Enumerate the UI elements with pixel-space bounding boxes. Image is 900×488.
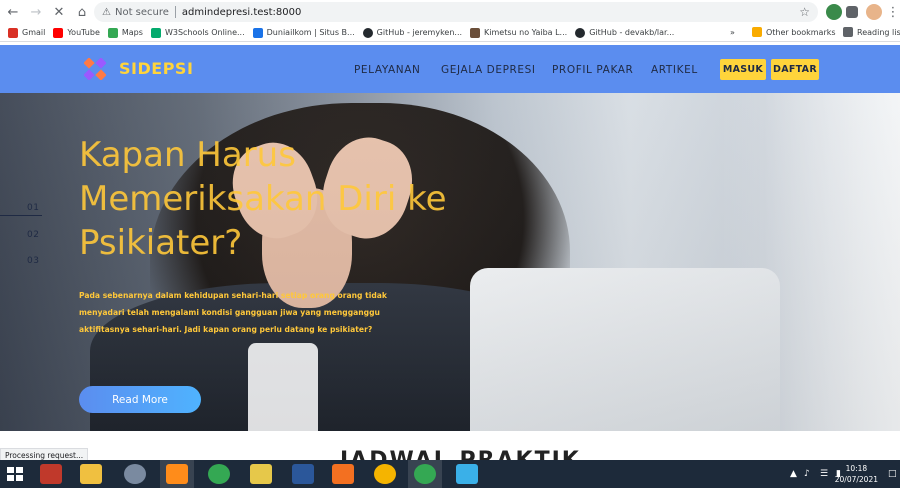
bookmark-gmail[interactable]: Gmail — [8, 27, 45, 38]
reading-list[interactable]: Reading list — [843, 27, 900, 37]
volume-icon[interactable]: ♪ — [804, 469, 810, 479]
bookmark-w3schools[interactable]: W3Schools Online... — [150, 27, 245, 38]
bookmark-kimetsu[interactable]: Kimetsu no Yaiba L... — [470, 27, 567, 38]
youtube-icon — [53, 27, 64, 38]
word-icon[interactable] — [292, 464, 314, 484]
w3schools-icon — [150, 27, 161, 38]
clock-time: 10:18 — [845, 464, 868, 473]
url-text[interactable]: admindepresi.test:8000 — [182, 7, 301, 18]
logo-icon[interactable] — [84, 58, 106, 80]
login-button[interactable]: MASUK — [720, 59, 766, 80]
bookmark-maps[interactable]: Maps — [107, 27, 143, 38]
slide-indicator-3[interactable]: 03 — [27, 256, 39, 266]
more-bookmarks-button[interactable]: » — [730, 28, 735, 37]
hero-title: Kapan Harus Memeriksakan Diri ke Psikiat… — [79, 135, 447, 263]
folder-icon — [752, 27, 762, 37]
register-button[interactable]: DAFTAR — [771, 59, 819, 80]
divider — [174, 6, 176, 18]
file-explorer-icon[interactable] — [80, 464, 102, 484]
github-icon — [575, 27, 586, 38]
back-icon[interactable]: ← — [3, 2, 23, 22]
sublime-text-icon[interactable] — [166, 464, 188, 484]
puzzle-icon[interactable] — [846, 6, 858, 18]
extension-icon[interactable] — [826, 4, 842, 20]
bookmark-github-1[interactable]: GitHub - jeremyken... — [362, 27, 462, 38]
bookmark-star-icon[interactable]: ☆ — [799, 5, 810, 19]
site-header: SIDEPSI PELAYANAN GEJALA DEPRESI PROFIL … — [0, 45, 900, 93]
nav-pelayanan[interactable]: PELAYANAN — [354, 64, 421, 76]
notification-icon[interactable]: □ — [888, 469, 897, 479]
tray-arrow-icon[interactable]: ▲ — [790, 469, 797, 479]
windows-taskbar: ▲ ♪ ☰ ▮ 10:18 20/07/2021 □ — [0, 460, 900, 488]
sticky-notes-icon[interactable] — [250, 464, 272, 484]
active-slide-indicator — [0, 215, 42, 216]
read-more-button[interactable]: Read More — [79, 386, 201, 413]
brand-name[interactable]: SIDEPSI — [119, 59, 193, 78]
github-icon — [362, 27, 373, 38]
home-icon[interactable]: ⌂ — [72, 2, 92, 22]
app-icon[interactable] — [456, 464, 478, 484]
stop-icon[interactable]: ✕ — [49, 2, 69, 22]
chrome-icon[interactable] — [208, 464, 230, 484]
network-icon[interactable]: ☰ — [820, 469, 828, 479]
bookmark-duniailkom[interactable]: Duniailkom | Situs B... — [252, 27, 355, 38]
reading-list-icon — [843, 27, 853, 37]
nav-artikel[interactable]: ARTIKEL — [651, 64, 698, 76]
security-label: Not secure — [114, 6, 169, 18]
windows-start-icon[interactable] — [4, 464, 26, 484]
forward-icon[interactable]: → — [26, 2, 46, 22]
app-icon[interactable] — [374, 464, 396, 484]
gmail-icon — [8, 27, 18, 38]
hero-description: Pada sebenarnya dalam kehidupan sehari-h… — [79, 291, 387, 334]
slide-indicator-2[interactable]: 02 — [27, 230, 39, 240]
menu-dots-icon[interactable]: ⋮ — [883, 2, 900, 22]
app-icon[interactable] — [40, 464, 62, 484]
nav-profil-pakar[interactable]: PROFIL PAKAR — [552, 64, 633, 76]
slide-indicator-1[interactable]: 01 — [27, 203, 39, 213]
kimetsu-icon — [470, 27, 481, 38]
info-icon[interactable]: ⚠ — [102, 7, 111, 18]
clock[interactable]: 10:18 20/07/2021 — [835, 463, 878, 485]
address-bar[interactable]: ⚠ Not secure admindepresi.test:8000 ☆ — [94, 2, 818, 22]
bookmark-youtube[interactable]: YouTube — [53, 27, 100, 38]
bookmarks-bar: Gmail YouTube Maps W3Schools Online... D… — [0, 24, 900, 42]
other-bookmarks[interactable]: Other bookmarks — [752, 27, 836, 37]
browser-toolbar: ← → ✕ ⌂ ⚠ Not secure admindepresi.test:8… — [0, 0, 900, 24]
profile-avatar[interactable] — [866, 4, 882, 20]
nav-gejala-depresi[interactable]: GEJALA DEPRESI — [441, 64, 536, 76]
xampp-icon[interactable] — [332, 464, 354, 484]
paint-icon[interactable] — [124, 464, 146, 484]
maps-icon — [107, 27, 118, 38]
bookmark-github-2[interactable]: GitHub - devakb/lar... — [575, 27, 674, 38]
clock-date: 20/07/2021 — [834, 475, 878, 484]
chrome-profile-icon[interactable] — [414, 464, 436, 484]
duniailkom-icon — [252, 27, 263, 38]
